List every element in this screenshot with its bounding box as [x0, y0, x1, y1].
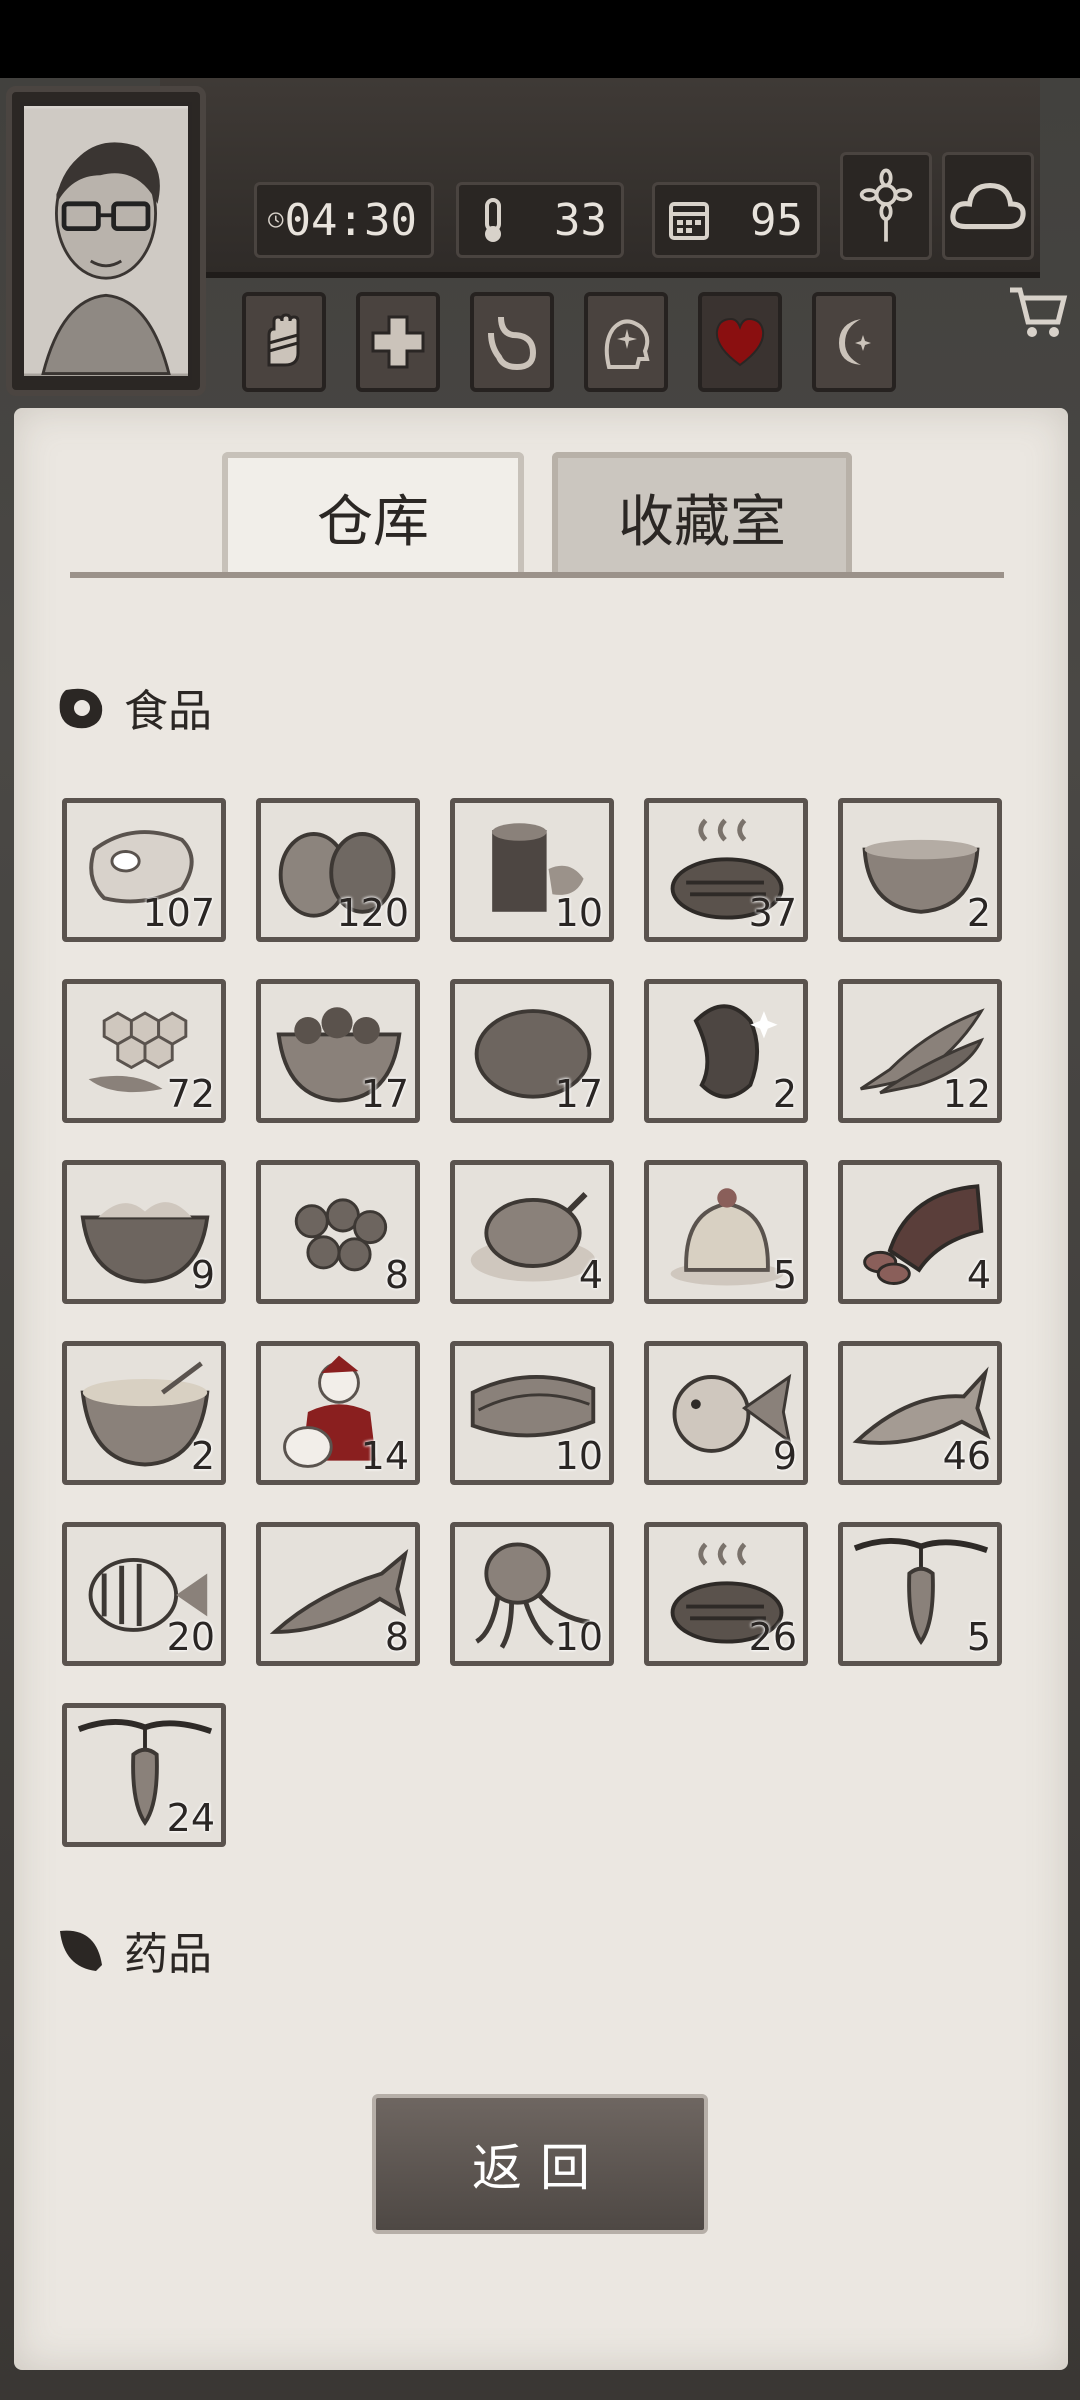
item-count: 10 — [554, 891, 603, 935]
inventory-slot[interactable]: 8 — [256, 1522, 420, 1666]
back-button-label: 返回 — [472, 2139, 608, 2197]
shopping-cart-icon[interactable] — [1006, 280, 1070, 344]
item-count: 17 — [360, 1072, 409, 1116]
item-count: 46 — [942, 1434, 991, 1478]
item-count: 5 — [966, 1615, 991, 1659]
inventory-slot[interactable]: 107 — [62, 798, 226, 942]
tab-collection[interactable]: 收藏室 — [552, 452, 852, 576]
inventory-slot[interactable]: 14 — [256, 1341, 420, 1485]
inventory-slot[interactable]: 2 — [62, 1341, 226, 1485]
tab-collection-label: 收藏室 — [618, 489, 786, 555]
stomach-icon — [488, 316, 537, 371]
meat-icon — [59, 688, 103, 729]
tab-warehouse[interactable]: 仓库 — [222, 452, 524, 576]
thermometer-icon — [485, 198, 501, 242]
stat-mind-button[interactable] — [584, 292, 668, 392]
inventory-slot[interactable]: 17 — [256, 979, 420, 1123]
leaf-icon — [60, 1930, 102, 1971]
item-count: 9 — [772, 1434, 797, 1478]
heart-icon — [715, 317, 765, 367]
inventory-slot[interactable]: 9 — [644, 1341, 808, 1485]
day-value: 95 — [750, 194, 803, 246]
moon-star-icon — [839, 319, 871, 365]
temperature-display: 33 — [456, 182, 624, 258]
inventory-slot[interactable]: 4 — [450, 1160, 614, 1304]
item-count: 72 — [166, 1072, 215, 1116]
item-count: 2 — [772, 1072, 797, 1116]
inventory-slot[interactable]: 10 — [450, 1341, 614, 1485]
inventory-slot[interactable]: 10 — [450, 1522, 614, 1666]
section-medicine: 药品 — [56, 1918, 212, 1982]
inventory-slot[interactable]: 10 — [450, 798, 614, 942]
inventory-slot[interactable]: 120 — [256, 798, 420, 942]
item-count: 120 — [336, 891, 409, 935]
back-button[interactable]: 返回 — [372, 2094, 708, 2234]
inventory-slot[interactable]: 20 — [62, 1522, 226, 1666]
inventory-slot[interactable]: 8 — [256, 1160, 420, 1304]
item-count: 14 — [360, 1434, 409, 1478]
status-bar — [0, 0, 1080, 78]
item-count: 4 — [966, 1253, 991, 1297]
cloud-icon — [950, 182, 1026, 230]
inventory-slot[interactable]: 26 — [644, 1522, 808, 1666]
section-food: 食品 — [56, 675, 212, 739]
item-count: 20 — [166, 1615, 215, 1659]
inventory-slot[interactable]: 24 — [62, 1703, 226, 1847]
clock-icon — [268, 212, 284, 228]
inventory-slot[interactable]: 2 — [838, 798, 1002, 942]
inventory-slot[interactable]: 37 — [644, 798, 808, 942]
item-count: 5 — [772, 1253, 797, 1297]
inventory-slot[interactable]: 5 — [838, 1522, 1002, 1666]
inventory-slot[interactable]: 5 — [644, 1160, 808, 1304]
inventory-slot[interactable]: 4 — [838, 1160, 1002, 1304]
stat-stomach-button[interactable] — [470, 292, 554, 392]
stat-sleep-button[interactable] — [812, 292, 896, 392]
item-count: 9 — [190, 1253, 215, 1297]
item-count: 107 — [142, 891, 215, 935]
inventory-slot[interactable]: 12 — [838, 979, 1002, 1123]
item-count: 26 — [748, 1615, 797, 1659]
inventory-slot[interactable]: 9 — [62, 1160, 226, 1304]
stat-heart-button[interactable] — [698, 292, 782, 392]
weather-cloud-button[interactable] — [942, 152, 1034, 260]
inventory-slot[interactable]: 17 — [450, 979, 614, 1123]
item-count: 8 — [384, 1615, 409, 1659]
item-count: 12 — [942, 1072, 991, 1116]
item-count: 2 — [966, 891, 991, 935]
temperature-value: 33 — [554, 194, 607, 246]
item-count: 24 — [166, 1796, 215, 1840]
weather-sun-button[interactable] — [840, 152, 932, 260]
head-sparkle-icon — [604, 319, 650, 369]
hand-icon — [267, 313, 300, 367]
inventory-slot[interactable]: 72 — [62, 979, 226, 1123]
time-display: 04:30 — [254, 182, 434, 258]
item-count: 17 — [554, 1072, 603, 1116]
tab-divider — [70, 572, 1004, 578]
tab-warehouse-label: 仓库 — [317, 489, 429, 555]
game-screen: 04:30 33 95 仓库 收藏室 食品 107 120 10 37 2 72 17 17 — [0, 0, 1080, 2400]
section-medicine-label: 药品 — [124, 1929, 212, 1980]
stat-health-button[interactable] — [356, 292, 440, 392]
item-count: 8 — [384, 1253, 409, 1297]
inventory-slot[interactable]: 2 — [644, 979, 808, 1123]
item-count: 2 — [190, 1434, 215, 1478]
item-count: 10 — [554, 1615, 603, 1659]
calendar-icon — [669, 202, 709, 240]
avatar[interactable] — [20, 102, 192, 380]
item-count: 10 — [554, 1434, 603, 1478]
day-display: 95 — [652, 182, 820, 258]
cross-icon — [371, 315, 425, 369]
time-value: 04:30 — [284, 194, 417, 246]
item-count: 4 — [578, 1253, 603, 1297]
inventory-slot[interactable]: 46 — [838, 1341, 1002, 1485]
portrait-icon — [24, 108, 188, 375]
section-food-label: 食品 — [124, 686, 212, 737]
sunflower-icon — [859, 168, 913, 242]
item-count: 37 — [748, 891, 797, 935]
stat-hand-button[interactable] — [242, 292, 326, 392]
